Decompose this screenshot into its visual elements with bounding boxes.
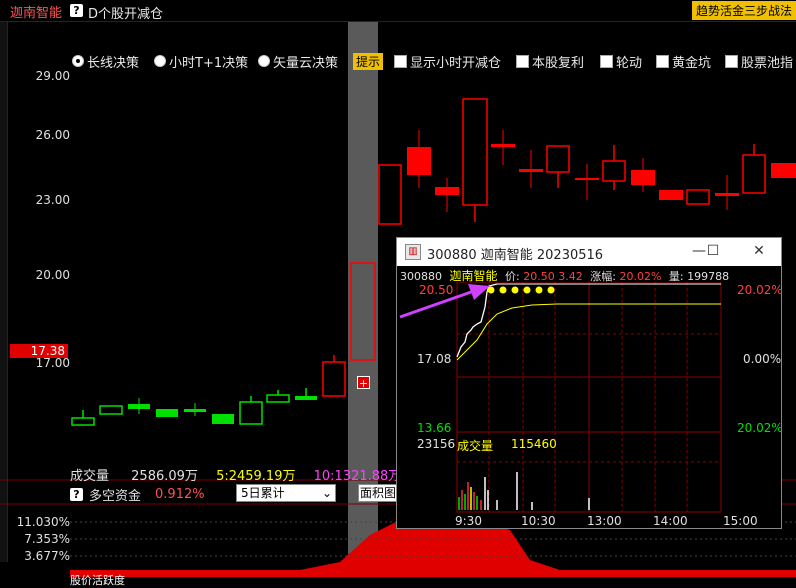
annotation-arrow bbox=[399, 284, 490, 319]
